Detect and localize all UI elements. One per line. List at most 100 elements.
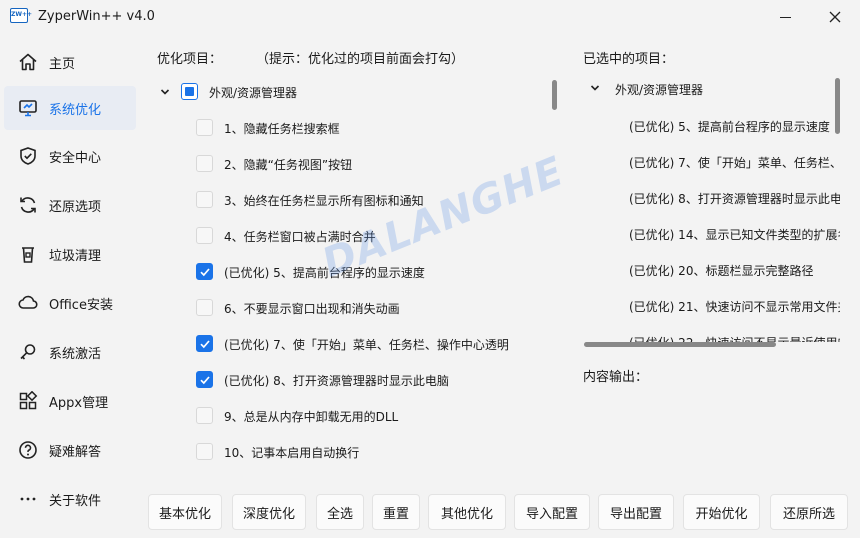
- close-button[interactable]: [812, 0, 858, 34]
- sidebar-item-home[interactable]: 主页: [4, 40, 136, 84]
- item-checkbox[interactable]: [196, 371, 213, 388]
- selected-horizontal-scrollbar[interactable]: [584, 342, 776, 347]
- selected-item-row[interactable]: (已优化) 8、打开资源管理器时显示此电脑: [578, 179, 840, 215]
- selected-item-row[interactable]: (已优化) 20、标题栏显示完整路径: [578, 251, 840, 287]
- sidebar-item-appx[interactable]: Appx管理: [4, 379, 136, 423]
- item-label: 3、始终在任务栏显示所有图标和通知: [224, 194, 424, 208]
- tree-scrollbar[interactable]: [552, 80, 557, 110]
- group-checkbox[interactable]: [181, 83, 198, 100]
- selected-item-label: (已优化) 8、打开资源管理器时显示此电脑: [629, 192, 840, 206]
- item-checkbox[interactable]: [196, 335, 213, 352]
- reset-button[interactable]: 重置: [372, 494, 420, 530]
- tree-item-row[interactable]: (已优化) 8、打开资源管理器时显示此电脑: [150, 362, 550, 398]
- optimize-items-header: 优化项目：: [157, 52, 223, 67]
- help-icon: [17, 439, 39, 461]
- selected-item-row[interactable]: (已优化) 21、快速访问不显示常用文件夹: [578, 287, 840, 323]
- item-label: 2、隐藏“任务视图”按钮: [224, 158, 353, 172]
- window-title: ZyperWin++ v4.0: [38, 9, 155, 24]
- sidebar-item-label: 还原选项: [49, 199, 102, 215]
- item-label: 1、隐藏任务栏搜索框: [224, 122, 340, 136]
- optimize-hint: （提示：优化过的项目前面会打勾）: [256, 52, 465, 67]
- sidebar-item-cleanup[interactable]: 垃圾清理: [4, 232, 136, 276]
- sidebar-item-label: 关于软件: [49, 493, 102, 509]
- deep-optimize-button[interactable]: 深度优化: [232, 494, 306, 530]
- selected-group-row[interactable]: 外观/资源管理器: [578, 70, 840, 106]
- sidebar-item-troubleshoot[interactable]: 疑难解答: [4, 428, 136, 472]
- item-label: (已优化) 7、使「开始」菜单、任务栏、操作中心透明: [224, 338, 509, 352]
- item-label: 9、总是从内存中卸载无用的DLL: [224, 410, 399, 424]
- export-config-button[interactable]: 导出配置: [598, 494, 674, 530]
- selected-vertical-scrollbar[interactable]: [835, 78, 840, 134]
- selected-group-label: 外观/资源管理器: [615, 83, 704, 97]
- select-all-button[interactable]: 全选: [316, 494, 364, 530]
- checkmark-icon: [200, 340, 210, 349]
- title-bar: ZW++ ZyperWin++ v4.0: [0, 0, 860, 34]
- other-optimize-button[interactable]: 其他优化: [428, 494, 506, 530]
- trash-icon: [17, 243, 39, 265]
- item-checkbox[interactable]: [196, 407, 213, 424]
- sidebar-item-label: 垃圾清理: [49, 248, 102, 264]
- item-checkbox[interactable]: [196, 119, 213, 136]
- selected-items-tree: 外观/资源管理器 (已优化) 5、提高前台程序的显示速度 (已优化) 7、使「开…: [578, 70, 840, 342]
- sidebar-item-label: Appx管理: [49, 395, 109, 411]
- item-label: 10、记事本启用自动换行: [224, 446, 360, 460]
- apps-icon: [17, 390, 39, 412]
- sidebar-item-label: 系统激活: [49, 346, 102, 362]
- group-label: 外观/资源管理器: [209, 86, 298, 100]
- key-icon: [17, 341, 39, 363]
- selected-item-row[interactable]: (已优化) 22、快速访问不显示最近使用的文件: [578, 323, 840, 342]
- close-icon: [829, 11, 841, 23]
- sidebar: 主页 系统优化 安全中心 还原选项 垃圾清理 Office安装 系统激活 App…: [0, 36, 140, 536]
- selected-item-row[interactable]: (已优化) 5、提高前台程序的显示速度: [578, 107, 840, 143]
- sidebar-item-label: 系统优化: [49, 102, 102, 118]
- sidebar-item-system-optimize[interactable]: 系统优化: [4, 86, 136, 130]
- tree-item-row[interactable]: 1、隐藏任务栏搜索框: [150, 110, 550, 146]
- chevron-down-icon[interactable]: [160, 87, 170, 97]
- tree-item-row[interactable]: 9、总是从内存中卸载无用的DLL: [150, 398, 550, 434]
- output-label: 内容输出：: [583, 370, 649, 385]
- sidebar-item-label: Office安装: [49, 297, 113, 313]
- sidebar-item-about[interactable]: 关于软件: [4, 477, 136, 521]
- selected-item-label: (已优化) 5、提高前台程序的显示速度: [629, 120, 830, 134]
- sidebar-item-label: 安全中心: [49, 150, 102, 166]
- sidebar-item-label: 疑难解答: [49, 444, 102, 460]
- item-label: 6、不要显示窗口出现和消失动画: [224, 302, 400, 316]
- optimize-icon: [17, 97, 39, 119]
- selected-item-label: (已优化) 22、快速访问不显示最近使用的文件: [629, 334, 840, 342]
- tree-item-row[interactable]: 10、记事本启用自动换行: [150, 434, 550, 470]
- chevron-down-icon[interactable]: [590, 83, 600, 93]
- selected-item-label: (已优化) 20、标题栏显示完整路径: [629, 264, 814, 278]
- selected-item-label: (已优化) 7、使「开始」菜单、任务栏、操作中心透明: [629, 156, 840, 170]
- home-icon: [17, 51, 39, 73]
- shield-icon: [17, 145, 39, 167]
- item-checkbox[interactable]: [196, 227, 213, 244]
- start-optimize-button[interactable]: 开始优化: [683, 494, 760, 530]
- checkmark-icon: [200, 376, 210, 385]
- item-checkbox[interactable]: [196, 191, 213, 208]
- app-logo-icon: ZW++: [10, 8, 32, 23]
- office-icon: [17, 292, 39, 314]
- sidebar-item-label: 主页: [49, 56, 76, 72]
- import-config-button[interactable]: 导入配置: [514, 494, 590, 530]
- tree-item-row[interactable]: (已优化) 7、使「开始」菜单、任务栏、操作中心透明: [150, 326, 550, 362]
- sidebar-item-restore[interactable]: 还原选项: [4, 183, 136, 227]
- sidebar-item-office[interactable]: Office安装: [4, 281, 136, 325]
- item-checkbox[interactable]: [196, 299, 213, 316]
- more-icon: [17, 488, 39, 510]
- sidebar-item-security[interactable]: 安全中心: [4, 134, 136, 178]
- item-checkbox[interactable]: [196, 263, 213, 280]
- restore-selected-button[interactable]: 还原所选: [770, 494, 848, 530]
- selected-item-label: (已优化) 14、显示已知文件类型的扩展名: [629, 228, 840, 242]
- selected-item-row[interactable]: (已优化) 7、使「开始」菜单、任务栏、操作中心透明: [578, 143, 840, 179]
- checkmark-icon: [200, 268, 210, 277]
- item-checkbox[interactable]: [196, 443, 213, 460]
- basic-optimize-button[interactable]: 基本优化: [148, 494, 222, 530]
- tree-group-row[interactable]: 外观/资源管理器: [150, 74, 550, 110]
- selected-item-row[interactable]: (已优化) 14、显示已知文件类型的扩展名: [578, 215, 840, 251]
- selected-item-label: (已优化) 21、快速访问不显示常用文件夹: [629, 300, 840, 314]
- minimize-button[interactable]: [762, 0, 808, 34]
- sidebar-item-activation[interactable]: 系统激活: [4, 330, 136, 374]
- item-checkbox[interactable]: [196, 155, 213, 172]
- selected-items-header: 已选中的项目：: [583, 52, 675, 67]
- tree-item-row[interactable]: 6、不要显示窗口出现和消失动画: [150, 290, 550, 326]
